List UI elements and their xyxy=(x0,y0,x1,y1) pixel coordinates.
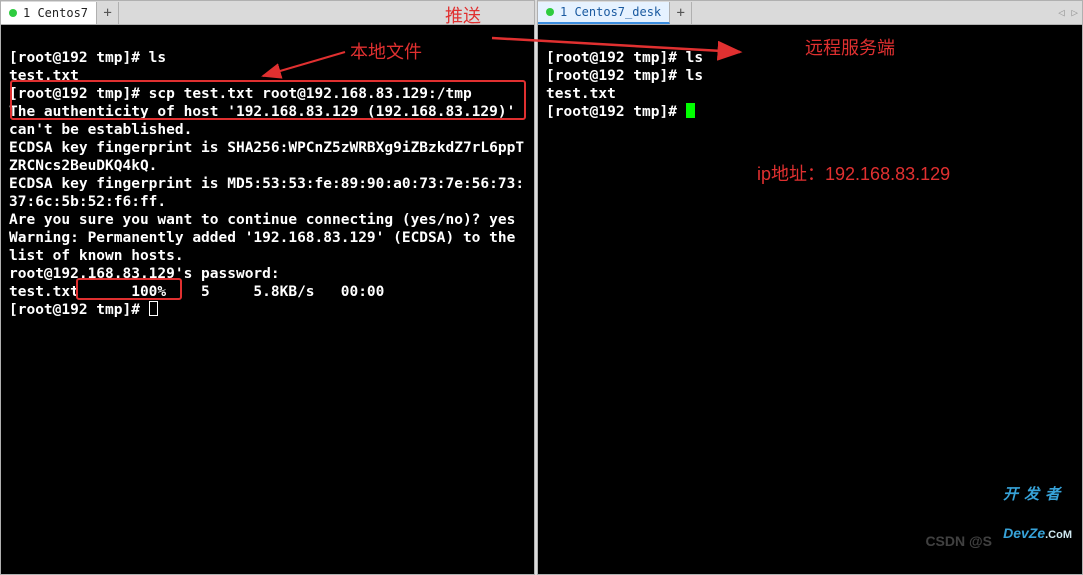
left-tabbar: 1 Centos7 + xyxy=(1,1,534,25)
right-terminal[interactable]: [root@192 tmp]# ls [root@192 tmp]# ls te… xyxy=(538,25,1082,574)
tab-centos7[interactable]: 1 Centos7 xyxy=(1,2,97,24)
add-tab-button[interactable]: + xyxy=(670,2,692,24)
plus-icon: + xyxy=(103,5,111,21)
tab-nav-arrows[interactable]: ◁ ▷ xyxy=(1054,2,1082,24)
terminal-line: [root@192 tmp]# xyxy=(9,302,149,318)
nav-arrows-icon: ◁ ▷ xyxy=(1058,6,1078,19)
terminal-line: [root@192 tmp]# ls xyxy=(546,50,703,66)
terminal-line: test.txt 100% 5 5.8KB/s 00:00 xyxy=(9,284,384,300)
terminal-line: ECDSA key fingerprint is MD5:53:53:fe:89… xyxy=(9,176,524,210)
terminal-line: [root@192 tmp]# ls xyxy=(9,50,166,66)
terminal-line: [root@192 tmp]# xyxy=(546,104,686,120)
right-tabbar: 1 Centos7_desk + ◁ ▷ xyxy=(538,1,1082,25)
tab-label: 1 Centos7 xyxy=(23,6,88,20)
add-tab-button[interactable]: + xyxy=(97,2,119,24)
terminal-line: ECDSA key fingerprint is SHA256:WPCnZ5zW… xyxy=(9,140,524,174)
devze-watermark: 开发者 DevZe.CoM xyxy=(1003,462,1072,568)
terminal-line: test.txt xyxy=(546,86,616,102)
left-pane: 1 Centos7 + [root@192 tmp]# ls test.txt … xyxy=(0,0,535,575)
csdn-watermark: CSDN @S xyxy=(894,514,992,568)
terminal-line: [root@192 tmp]# scp test.txt root@192.16… xyxy=(9,86,472,102)
terminal-line: [root@192 tmp]# ls xyxy=(546,68,703,84)
split-container: 1 Centos7 + [root@192 tmp]# ls test.txt … xyxy=(0,0,1083,575)
plus-icon: + xyxy=(676,5,684,21)
status-dot-icon xyxy=(9,9,17,17)
terminal-line: Are you sure you want to continue connec… xyxy=(9,212,515,228)
cursor-icon xyxy=(149,301,158,316)
terminal-line: The authenticity of host '192.168.83.129… xyxy=(9,104,524,138)
tab-centos7-desk[interactable]: 1 Centos7_desk xyxy=(538,2,670,24)
cursor-icon xyxy=(686,103,695,118)
tab-label: 1 Centos7_desk xyxy=(560,5,661,19)
terminal-line: test.txt xyxy=(9,68,79,84)
terminal-line: Warning: Permanently added '192.168.83.1… xyxy=(9,230,524,264)
right-pane: 1 Centos7_desk + ◁ ▷ [root@192 tmp]# ls … xyxy=(537,0,1083,575)
terminal-line: root@192.168.83.129's password: xyxy=(9,266,280,282)
status-dot-icon xyxy=(546,8,554,16)
left-terminal[interactable]: [root@192 tmp]# ls test.txt [root@192 tm… xyxy=(1,25,534,574)
